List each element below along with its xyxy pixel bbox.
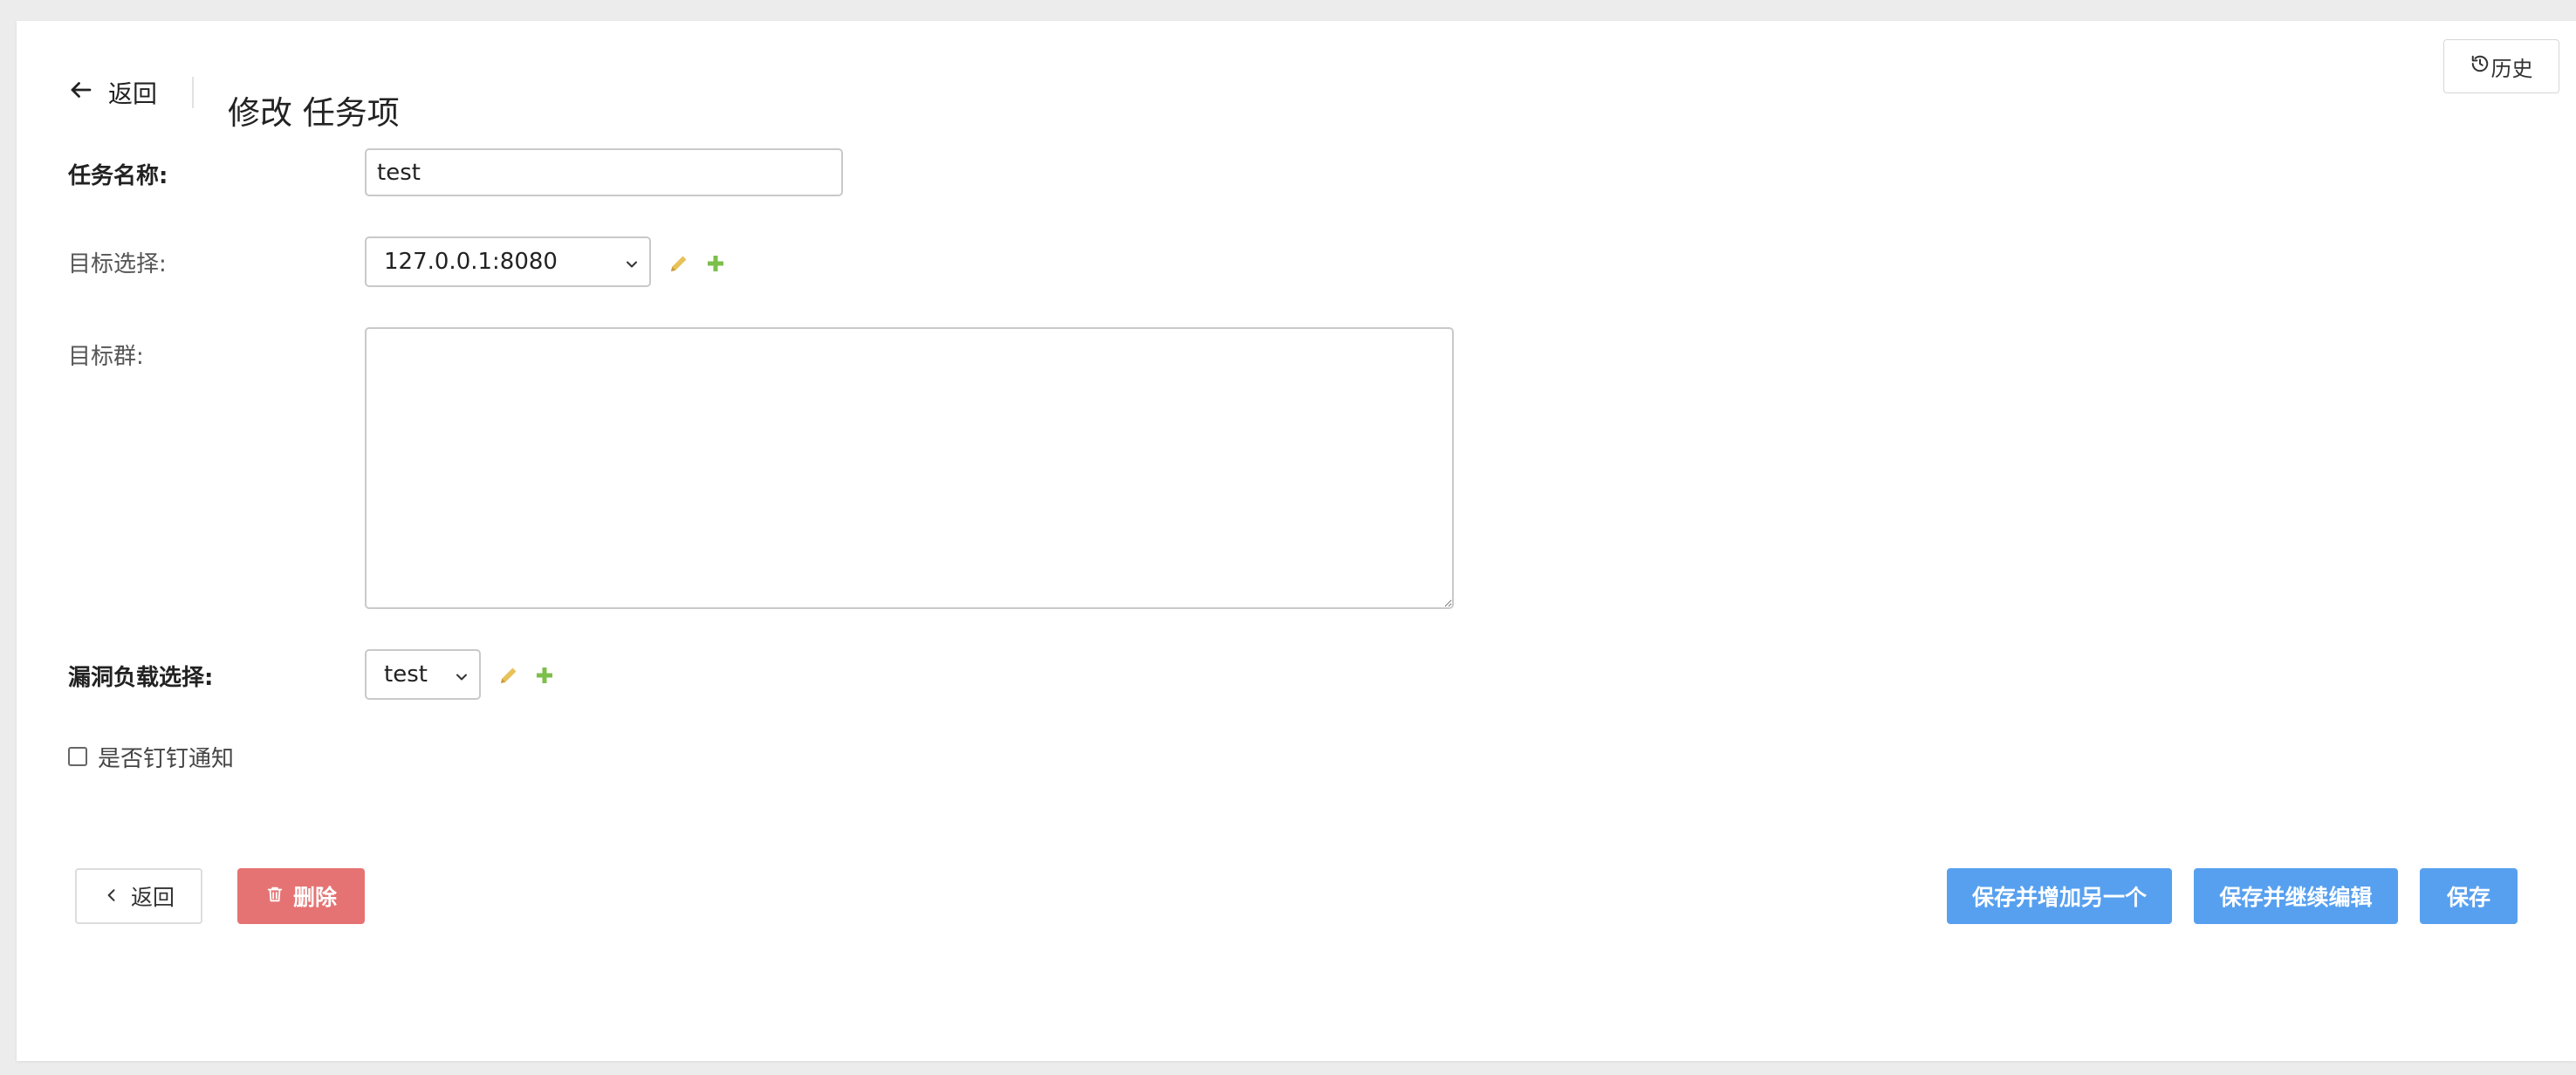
delete-button[interactable]: 删除	[237, 868, 365, 924]
target-select-value: 127.0.0.1:8080	[384, 249, 558, 275]
add-payload-plus-icon[interactable]	[534, 665, 555, 686]
target-select-label: 目标选择:	[68, 251, 167, 277]
page-title: 修改 任务项	[228, 93, 400, 132]
save-and-continue-button[interactable]: 保存并继续编辑	[2194, 868, 2398, 924]
history-button[interactable]: 历史	[2443, 39, 2559, 93]
dingtalk-notify-label: 是否钉钉通知	[98, 745, 235, 772]
chevron-down-icon	[453, 666, 470, 683]
chevron-left-icon	[103, 884, 131, 909]
trash-icon	[265, 884, 293, 909]
history-label: 历史	[2490, 56, 2533, 81]
dingtalk-notify-row[interactable]: 是否钉钉通知	[68, 742, 235, 772]
chevron-down-icon	[623, 253, 641, 270]
save-button[interactable]: 保存	[2420, 868, 2518, 924]
history-icon	[2470, 54, 2491, 79]
delete-button-label: 删除	[292, 885, 337, 910]
title-divider	[192, 77, 194, 108]
edit-target-pencil-icon[interactable]	[668, 253, 689, 274]
add-target-plus-icon[interactable]	[705, 253, 726, 274]
edit-payload-pencil-icon[interactable]	[498, 665, 519, 686]
target-select[interactable]: 127.0.0.1:8080	[365, 236, 651, 287]
back-button[interactable]: 返回	[75, 868, 202, 924]
payload-select[interactable]: test	[365, 649, 481, 700]
arrow-left-icon	[68, 77, 108, 109]
back-link-label: 返回	[108, 79, 158, 108]
payload-select-label: 漏洞负载选择:	[68, 665, 214, 691]
target-group-textarea[interactable]	[365, 327, 1454, 609]
task-name-label: 任务名称:	[68, 163, 168, 189]
payload-select-value: test	[384, 661, 428, 688]
back-link[interactable]: 返回	[68, 73, 157, 112]
task-name-input[interactable]	[365, 148, 843, 196]
target-group-label: 目标群:	[68, 344, 144, 370]
back-button-label: 返回	[130, 885, 175, 910]
save-and-add-another-button[interactable]: 保存并增加另一个	[1947, 868, 2172, 924]
dingtalk-notify-checkbox[interactable]	[68, 747, 87, 766]
